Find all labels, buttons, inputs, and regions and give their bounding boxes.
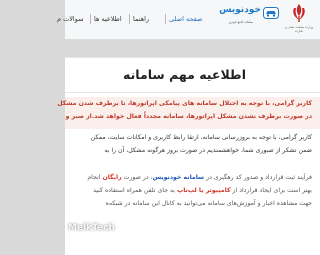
- page-title: اطلاعیه مهم سامانه: [123, 67, 246, 82]
- nav-faq[interactable]: سوالات م: [57, 12, 84, 26]
- computer-highlight: کامپیوتر یا لپ‌تاپ: [177, 187, 231, 194]
- warning-line-2: در صورت برطرف نشدن مشکل اپراتورها، سامان…: [65, 113, 312, 120]
- title-divider: [65, 92, 320, 93]
- contract-text: انجام: [87, 174, 103, 181]
- nav-divider: [90, 14, 91, 24]
- ministry-caption: وزارت صنعت، معدن و تجارت: [285, 25, 313, 33]
- nav-home[interactable]: صفحه اصلی: [169, 12, 202, 26]
- brand-subtitle: سامانه جامع خودرو: [229, 20, 253, 24]
- nav-divider: [165, 14, 166, 24]
- brand-logo[interactable]: خودنویس سامانه جامع خودرو: [215, 3, 279, 27]
- warning-line-1: کاربر گرامی، با توجه به اختلال سامانه ها…: [57, 100, 312, 107]
- iran-emblem-icon: [293, 4, 305, 22]
- info-line-1: کاربر گرامی، با توجه به بروزرسانی سامانه…: [90, 134, 312, 141]
- device-paragraph: بهتر است برای ایجاد قرارداد از کامپیوتر …: [12, 186, 312, 196]
- device-text: به جای تلفن همراه استفاده کنید: [93, 187, 177, 194]
- site-header: وزارت صنعت، معدن و تجارت خودنویس سامانه …: [57, 0, 320, 40]
- contract-paragraph: فرآیند ثبت قرارداد و صدور کد رهگیری در س…: [12, 173, 312, 183]
- info-line-2: ضمن تشکر از صبوری شما، خواهشمندیم در صور…: [104, 147, 312, 154]
- car-icon: [263, 7, 279, 19]
- watermark: MelkTech: [68, 223, 115, 233]
- system-name-highlight: سامانه خودنویس: [152, 174, 205, 181]
- nav-announcements[interactable]: اطلاعیه ها: [94, 12, 122, 26]
- nav-divider: [129, 14, 130, 24]
- brand-name: خودنویس: [219, 5, 261, 15]
- channel-paragraph: جهت مشاهده اخبار و آموزش‌های سامانه می‌ت…: [105, 200, 312, 207]
- free-highlight: رایگان: [102, 174, 122, 181]
- device-text: بهتر است برای ایجاد قرارداد از: [230, 187, 312, 194]
- nav-guide[interactable]: راهنما: [133, 12, 149, 26]
- contract-text: فرآیند ثبت قرارداد و صدور کد رهگیری در: [204, 174, 312, 181]
- warning-notice-box: کاربر گرامی، با توجه به اختلال سامانه ها…: [57, 97, 320, 129]
- contract-text: ، در صورت: [121, 174, 153, 181]
